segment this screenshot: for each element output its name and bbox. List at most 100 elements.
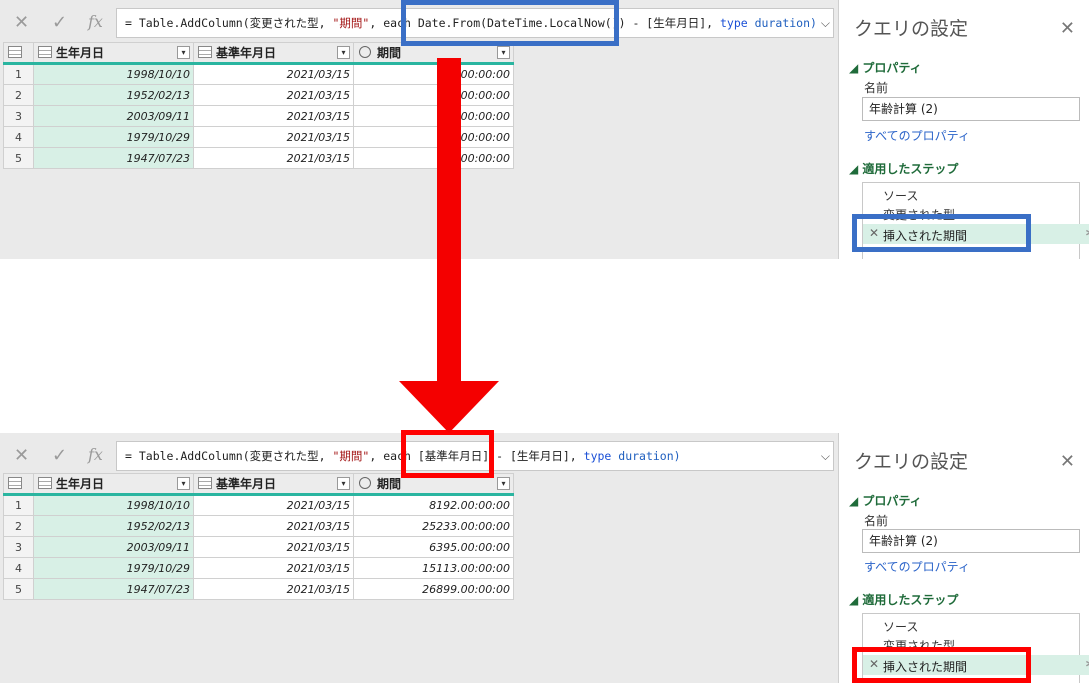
cell-birth[interactable]: 1979/10/29 xyxy=(33,557,194,579)
row-number: 5 xyxy=(3,147,34,169)
cell-duration[interactable]: 25233.00:00:00 xyxy=(353,515,514,537)
cell-base[interactable]: 2021/03/15 xyxy=(193,63,354,85)
formula-type: duration) xyxy=(747,16,817,30)
filter-dropdown-icon[interactable]: ▾ xyxy=(497,477,510,490)
chevron-down-icon[interactable]: ⌵ xyxy=(821,16,830,31)
highlight-step-after xyxy=(852,647,1031,683)
cell-duration[interactable]: 6395.00:00:00 xyxy=(353,536,514,558)
cell-duration[interactable]: 26899.00:00:00 xyxy=(353,578,514,600)
section-label: 適用したステップ xyxy=(862,162,959,176)
cell-birth[interactable]: 1998/10/10 xyxy=(33,63,194,85)
gear-icon[interactable]: ✲ xyxy=(1085,657,1089,671)
filter-dropdown-icon[interactable]: ▾ xyxy=(177,46,190,59)
row-number: 1 xyxy=(3,63,34,85)
name-label: 名前 xyxy=(864,81,889,95)
cell-base[interactable]: 2021/03/15 xyxy=(193,147,354,169)
collapse-triangle-icon: ◢ xyxy=(849,593,863,607)
query-name-input[interactable]: 年齢計算 (2) xyxy=(862,529,1080,553)
column-header-base[interactable]: 基準年月日 ▾ xyxy=(193,42,354,65)
cell-birth[interactable]: 1952/02/13 xyxy=(33,84,194,106)
steps-header[interactable]: ◢ 適用したステップ xyxy=(849,591,958,608)
filter-dropdown-icon[interactable]: ▾ xyxy=(497,46,510,59)
column-label: 生年月日 xyxy=(56,46,105,60)
row-number: 1 xyxy=(3,494,34,516)
cell-duration[interactable]: 15113.00:00:00 xyxy=(353,557,514,579)
all-properties-link[interactable]: すべてのプロパティ xyxy=(864,558,970,575)
fx-icon[interactable]: fx xyxy=(88,12,103,31)
commit-icon[interactable]: ✓ xyxy=(52,12,67,33)
cell-base[interactable]: 2021/03/15 xyxy=(193,105,354,127)
section-label: プロパティ xyxy=(862,494,922,508)
table-row[interactable]: 2 1952/02/13 2021/03/15 25233.00:00:00 xyxy=(3,515,514,537)
filter-dropdown-icon[interactable]: ▾ xyxy=(337,46,350,59)
gear-icon[interactable]: ✲ xyxy=(1085,226,1089,240)
filter-dropdown-icon[interactable]: ▾ xyxy=(177,477,190,490)
row-number: 2 xyxy=(3,515,34,537)
section-label: 適用したステップ xyxy=(862,593,959,607)
collapse-triangle-icon: ◢ xyxy=(849,494,863,508)
section-label: プロパティ xyxy=(862,61,922,75)
column-header-birth[interactable]: 生年月日 ▾ xyxy=(33,42,194,65)
editor-after: ✕ ✓ fx = Table.AddColumn(変更された型, "期間", e… xyxy=(0,433,1089,683)
table-menu-icon[interactable] xyxy=(3,473,34,496)
row-number: 5 xyxy=(3,578,34,600)
cell-duration[interactable]: 00:00:00 xyxy=(353,105,514,127)
formula-type: duration) xyxy=(611,449,681,463)
cancel-icon[interactable]: ✕ xyxy=(14,445,29,466)
cell-duration[interactable]: 00:00:00 xyxy=(353,126,514,148)
formula-text: = Table.AddColumn(変更された型, xyxy=(125,449,333,463)
data-grid: 生年月日 ▾ 基準年月日 ▾ 期間 ▾ 1 1998/10/10 2021/03/15 81… xyxy=(3,473,514,600)
cell-duration[interactable]: 00:00:00 xyxy=(353,147,514,169)
cell-base[interactable]: 2021/03/15 xyxy=(193,578,354,600)
cell-base[interactable]: 2021/03/15 xyxy=(193,515,354,537)
clock-icon xyxy=(359,477,371,489)
cell-birth[interactable]: 1947/07/23 xyxy=(33,147,194,169)
step-source[interactable]: ソース xyxy=(883,618,918,635)
close-icon[interactable]: ✕ xyxy=(1060,451,1075,472)
column-header-birth[interactable]: 生年月日 ▾ xyxy=(33,473,194,496)
formula-text: - [生年月日], xyxy=(625,16,720,30)
filter-dropdown-icon[interactable]: ▾ xyxy=(337,477,350,490)
table-row[interactable]: 4 1979/10/29 2021/03/15 15113.00:00:00 xyxy=(3,557,514,579)
formula-string: "期間" xyxy=(332,449,370,463)
table-row[interactable]: 3 2003/09/11 2021/03/15 6395.00:00:00 xyxy=(3,536,514,558)
down-arrow-icon xyxy=(399,381,499,433)
column-label: 生年月日 xyxy=(56,477,105,491)
name-label: 名前 xyxy=(864,514,889,528)
collapse-triangle-icon: ◢ xyxy=(849,61,863,75)
cell-birth[interactable]: 2003/09/11 xyxy=(33,105,194,127)
cell-birth[interactable]: 1952/02/13 xyxy=(33,515,194,537)
cell-base[interactable]: 2021/03/15 xyxy=(193,494,354,516)
table-row[interactable]: 1 1998/10/10 2021/03/15 8192.00:00:00 xyxy=(3,494,514,516)
step-source[interactable]: ソース xyxy=(883,187,918,204)
cell-base[interactable]: 2021/03/15 xyxy=(193,557,354,579)
cell-duration[interactable]: 8192.00:00:00 xyxy=(353,494,514,516)
commit-icon[interactable]: ✓ xyxy=(52,445,67,466)
query-name-input[interactable]: 年齢計算 (2) xyxy=(862,97,1080,121)
cell-birth[interactable]: 1998/10/10 xyxy=(33,494,194,516)
cell-base[interactable]: 2021/03/15 xyxy=(193,536,354,558)
table-icon xyxy=(8,476,22,489)
cell-birth[interactable]: 1979/10/29 xyxy=(33,126,194,148)
all-properties-link[interactable]: すべてのプロパティ xyxy=(864,127,970,144)
column-label: 期間 xyxy=(377,477,402,491)
table-row[interactable]: 5 1947/07/23 2021/03/15 26899.00:00:00 xyxy=(3,578,514,600)
row-number: 3 xyxy=(3,536,34,558)
cell-base[interactable]: 2021/03/15 xyxy=(193,126,354,148)
chevron-down-icon[interactable]: ⌵ xyxy=(821,449,830,464)
properties-header[interactable]: ◢ プロパティ xyxy=(849,492,922,509)
fx-icon[interactable]: fx xyxy=(88,445,103,464)
cell-birth[interactable]: 2003/09/11 xyxy=(33,536,194,558)
formula-keyword: type xyxy=(720,16,748,30)
table-menu-icon[interactable] xyxy=(3,42,34,65)
steps-header[interactable]: ◢ 適用したステップ xyxy=(849,160,958,177)
highlight-formula-before xyxy=(401,0,619,46)
properties-header[interactable]: ◢ プロパティ xyxy=(849,59,922,76)
cell-birth[interactable]: 1947/07/23 xyxy=(33,578,194,600)
cell-base[interactable]: 2021/03/15 xyxy=(193,84,354,106)
cancel-icon[interactable]: ✕ xyxy=(14,12,29,33)
cell-duration[interactable]: 00:00:00 xyxy=(353,63,514,85)
close-icon[interactable]: ✕ xyxy=(1060,18,1075,39)
cell-duration[interactable]: 00:00:00 xyxy=(353,84,514,106)
column-header-base[interactable]: 基準年月日 ▾ xyxy=(193,473,354,496)
